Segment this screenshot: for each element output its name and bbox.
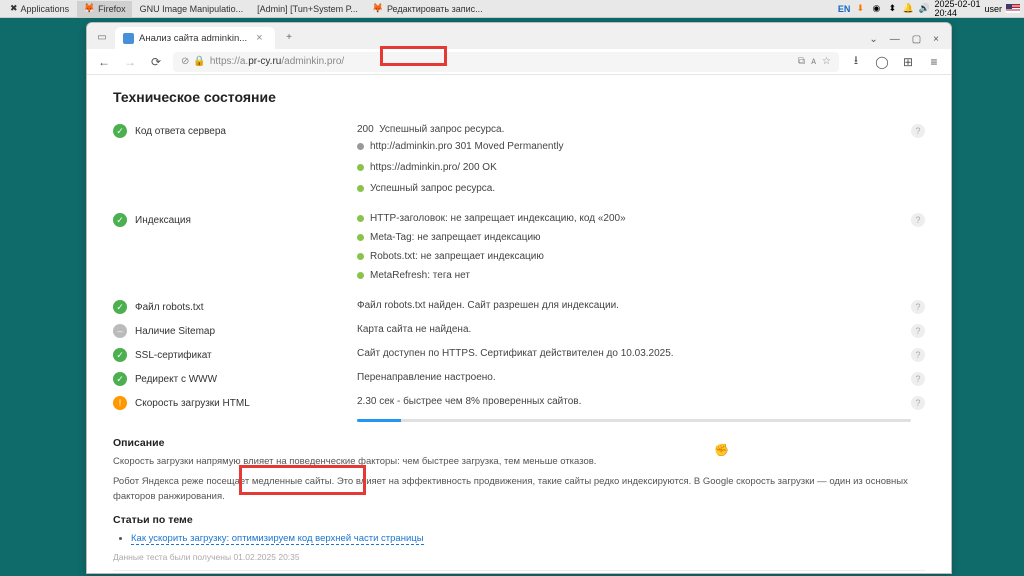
firefox-icon: 🦊 bbox=[83, 3, 95, 15]
neutral-icon: – bbox=[113, 324, 127, 338]
check-icon: ✓ bbox=[113, 372, 127, 386]
check-icon: ✓ bbox=[113, 213, 127, 227]
taskbar-app-admin[interactable]: [Admin] [Tun+System P... bbox=[251, 1, 364, 17]
help-icon[interactable]: ? bbox=[911, 348, 925, 362]
translate-icon[interactable]: ⧉ bbox=[798, 56, 805, 67]
tray-chrome-icon[interactable]: ◉ bbox=[870, 3, 882, 15]
tab-favicon-icon bbox=[123, 33, 134, 44]
url-input[interactable]: ⊘ 🔒 https://a.pr-cy.ru/adminkin.pro/ ⧉ ᴀ… bbox=[173, 52, 839, 72]
page-content: Техническое состояние ✓Код ответа сервер… bbox=[87, 75, 951, 573]
article-link[interactable]: Как ускорить загрузку: оптимизируем код … bbox=[131, 533, 424, 545]
downloads-icon[interactable]: ⭳ bbox=[847, 53, 865, 71]
dot-icon bbox=[357, 215, 364, 222]
warn-icon: ! bbox=[113, 396, 127, 410]
url-bar: ← → ⟳ ⊘ 🔒 https://a.pr-cy.ru/adminkin.pr… bbox=[87, 49, 951, 75]
nav-reload-button[interactable]: ⟳ bbox=[147, 53, 165, 71]
account-icon[interactable]: ◯ bbox=[873, 53, 891, 71]
menu-icon[interactable]: ≡ bbox=[925, 53, 943, 71]
lock-icon: 🔒 bbox=[193, 56, 205, 67]
articles-heading: Статьи по теме bbox=[113, 514, 925, 526]
check-icon: ✓ bbox=[113, 348, 127, 362]
row-load-speed: !Скорость загрузки HTML 2.30 сек - быстр… bbox=[113, 391, 925, 427]
row-sitemap: –Наличие Sitemap Карта сайта не найдена.… bbox=[113, 319, 925, 343]
check-icon: ✓ bbox=[113, 300, 127, 314]
tray-bell-icon[interactable]: 🔔 bbox=[902, 3, 914, 15]
window-maximize-icon[interactable]: ▢ bbox=[912, 34, 921, 45]
description-p1: Скорость загрузки напрямую влияет на пов… bbox=[113, 455, 925, 469]
test-meta: Данные теста были получены 01.02.2025 20… bbox=[113, 552, 925, 562]
tab-title: Анализ сайта adminkin... bbox=[139, 33, 247, 44]
browser-window: ▭ Анализ сайта adminkin... × + ⌄ — ▢ × ←… bbox=[86, 22, 952, 574]
bookmark-icon[interactable]: ☆ bbox=[822, 56, 831, 67]
dot-icon bbox=[357, 143, 364, 150]
description-p2: Робот Яндекса реже посещает медленные са… bbox=[113, 475, 925, 504]
dot-icon bbox=[357, 272, 364, 279]
row-www-redirect: ✓Редирект с WWW Перенаправление настроен… bbox=[113, 367, 925, 391]
tab-bar: ▭ Анализ сайта adminkin... × + ⌄ — ▢ × bbox=[87, 23, 951, 49]
nav-back-button[interactable]: ← bbox=[95, 53, 113, 71]
dot-icon bbox=[357, 185, 364, 192]
tray-flag-icon[interactable] bbox=[1006, 4, 1020, 13]
mouse-cursor-icon: ✊ bbox=[714, 443, 729, 457]
help-icon[interactable]: ? bbox=[911, 124, 925, 138]
window-expand-icon[interactable]: ⌄ bbox=[869, 34, 877, 45]
help-icon[interactable]: ? bbox=[911, 300, 925, 314]
speed-progress-bar bbox=[357, 419, 911, 422]
nav-forward-button[interactable]: → bbox=[121, 53, 139, 71]
tab-close-icon[interactable]: × bbox=[256, 32, 262, 44]
new-tab-button[interactable]: + bbox=[279, 27, 299, 47]
row-robots: ✓Файл robots.txt Файл robots.txt найден.… bbox=[113, 295, 925, 319]
applications-menu[interactable]: ✖ Applications bbox=[4, 1, 75, 17]
dot-icon bbox=[357, 253, 364, 260]
reader-icon[interactable]: ᴀ bbox=[811, 56, 816, 67]
help-icon[interactable]: ? bbox=[911, 213, 925, 227]
taskbar-app-firefox[interactable]: 🦊Firefox bbox=[77, 1, 132, 17]
taskbar-app-gimp[interactable]: GNU Image Manipulatio... bbox=[134, 1, 250, 17]
window-close-icon[interactable]: × bbox=[933, 34, 939, 45]
url-text: https://a.pr-cy.ru/adminkin.pro/ bbox=[210, 56, 344, 67]
help-icon[interactable]: ? bbox=[911, 396, 925, 410]
page-title: Техническое состояние bbox=[113, 89, 925, 105]
firefox-icon: 🦊 bbox=[372, 3, 384, 15]
dot-icon bbox=[357, 164, 364, 171]
row-response-code: ✓Код ответа сервера 200 Успешный запрос … bbox=[113, 119, 925, 208]
browser-tab[interactable]: Анализ сайта adminkin... × bbox=[115, 27, 275, 49]
row-indexation: ✓Индексация HTTP-заголовок: не запрещает… bbox=[113, 208, 925, 295]
window-minimize-icon[interactable]: — bbox=[890, 34, 900, 45]
check-icon: ✓ bbox=[113, 124, 127, 138]
dot-icon bbox=[357, 234, 364, 241]
system-taskbar: ✖ Applications 🦊Firefox GNU Image Manipu… bbox=[0, 0, 1024, 18]
tray-updates-icon[interactable]: ⬇ bbox=[854, 3, 866, 15]
tray-lang[interactable]: EN bbox=[838, 4, 851, 14]
description-heading: Описание bbox=[113, 437, 925, 449]
tray-network-icon[interactable]: ⬍ bbox=[886, 3, 898, 15]
taskbar-app-edit[interactable]: 🦊Редактировать запис... bbox=[366, 1, 489, 17]
workspace-button[interactable]: ▭ bbox=[93, 28, 111, 46]
shield-icon: ⊘ bbox=[181, 56, 189, 67]
help-icon[interactable]: ? bbox=[911, 324, 925, 338]
row-ssl: ✓SSL-сертификат Сайт доступен по HTTPS. … bbox=[113, 343, 925, 367]
extensions-icon[interactable]: ⊞ bbox=[899, 53, 917, 71]
help-icon[interactable]: ? bbox=[911, 372, 925, 386]
tray-user[interactable]: user bbox=[984, 4, 1002, 14]
tray-sound-icon[interactable]: 🔊 bbox=[918, 3, 930, 15]
tray-clock[interactable]: 2025-02-0120:44 bbox=[934, 0, 980, 18]
